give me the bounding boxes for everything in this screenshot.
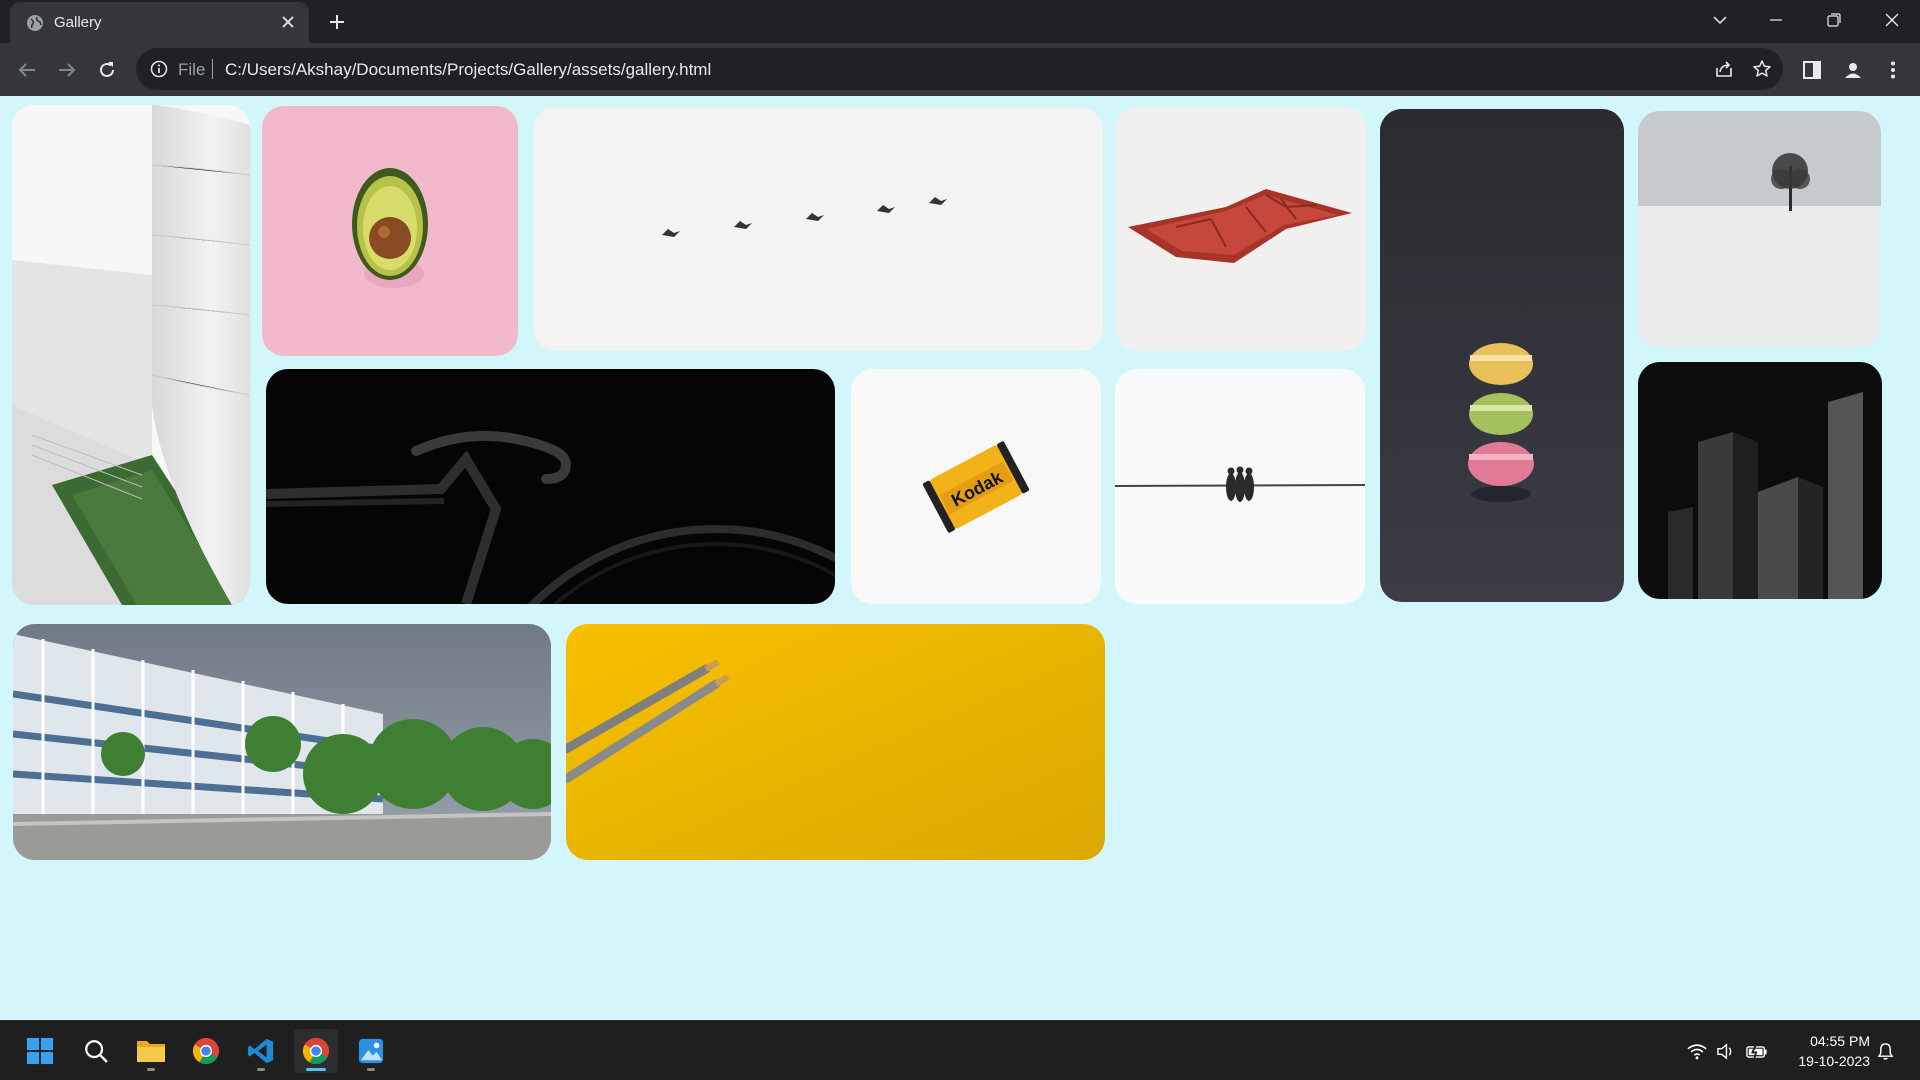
notification-bell-icon[interactable] xyxy=(1874,1040,1896,1062)
photo-chocolate-bar[interactable] xyxy=(1116,107,1366,351)
clock-date: 19-10-2023 xyxy=(1798,1053,1870,1069)
photo-white-architecture[interactable] xyxy=(12,105,250,605)
share-icon[interactable] xyxy=(1712,57,1736,81)
search-icon[interactable] xyxy=(74,1029,118,1073)
wifi-icon[interactable] xyxy=(1686,1040,1708,1062)
bookmark-star-icon[interactable] xyxy=(1750,57,1774,81)
photo-macarons[interactable] xyxy=(1380,109,1624,602)
address-divider xyxy=(212,59,213,79)
active-indicator xyxy=(306,1068,326,1071)
chrome-active-icon[interactable] xyxy=(294,1029,338,1073)
minimize-icon[interactable] xyxy=(1748,0,1804,40)
battery-icon[interactable] xyxy=(1746,1040,1768,1062)
photo-pencils[interactable] xyxy=(566,624,1105,860)
tab-search-chevron-icon[interactable] xyxy=(1692,0,1748,40)
profile-icon[interactable] xyxy=(1838,55,1868,85)
more-menu-icon[interactable] xyxy=(1878,55,1908,85)
photos-icon[interactable] xyxy=(349,1029,393,1073)
url-scheme-label: File xyxy=(178,60,206,79)
clock-time: 04:55 PM xyxy=(1810,1033,1870,1049)
photo-avocado[interactable] xyxy=(262,106,518,356)
info-icon[interactable] xyxy=(150,60,168,78)
tab-title: Gallery xyxy=(54,14,102,31)
gallery-page: Kodak xyxy=(0,96,1920,1020)
file-explorer-icon[interactable] xyxy=(129,1029,173,1073)
windows-taskbar: 04:55 PM 19-10-2023 xyxy=(0,1020,1920,1080)
globe-icon xyxy=(26,14,44,32)
tab-strip: Gallery xyxy=(0,0,1920,43)
running-indicator xyxy=(367,1068,375,1071)
photo-birds-flight[interactable] xyxy=(534,107,1103,351)
windows-start-icon[interactable] xyxy=(18,1029,62,1073)
running-indicator xyxy=(147,1068,155,1071)
restore-icon[interactable] xyxy=(1806,0,1862,40)
vscode-icon[interactable] xyxy=(239,1029,283,1073)
address-bar[interactable]: File C:/Users/Akshay/Documents/Projects/… xyxy=(136,48,1783,90)
running-indicator xyxy=(257,1068,265,1071)
photo-film-canister[interactable]: Kodak xyxy=(851,369,1101,604)
browser-toolbar: File C:/Users/Akshay/Documents/Projects/… xyxy=(0,43,1920,96)
forward-icon[interactable] xyxy=(52,55,82,85)
close-window-icon[interactable] xyxy=(1864,0,1920,40)
photo-dark-blocks[interactable] xyxy=(1638,362,1882,599)
browser-tab[interactable]: Gallery xyxy=(10,2,309,43)
reload-icon[interactable] xyxy=(92,55,122,85)
chrome-icon[interactable] xyxy=(184,1029,228,1073)
tab-close-icon[interactable] xyxy=(277,11,299,33)
photo-glass-building[interactable] xyxy=(13,624,551,860)
photo-lone-tree[interactable] xyxy=(1638,111,1881,347)
photo-bicycle[interactable] xyxy=(266,369,835,604)
back-icon[interactable] xyxy=(12,55,42,85)
side-panel-icon[interactable] xyxy=(1797,55,1827,85)
photo-birds-on-wire[interactable] xyxy=(1115,369,1365,604)
new-tab-icon[interactable] xyxy=(324,9,350,35)
system-clock[interactable]: 04:55 PM 19-10-2023 xyxy=(1780,1031,1870,1071)
volume-icon[interactable] xyxy=(1714,1040,1736,1062)
url-text[interactable]: C:/Users/Akshay/Documents/Projects/Galle… xyxy=(225,60,711,80)
